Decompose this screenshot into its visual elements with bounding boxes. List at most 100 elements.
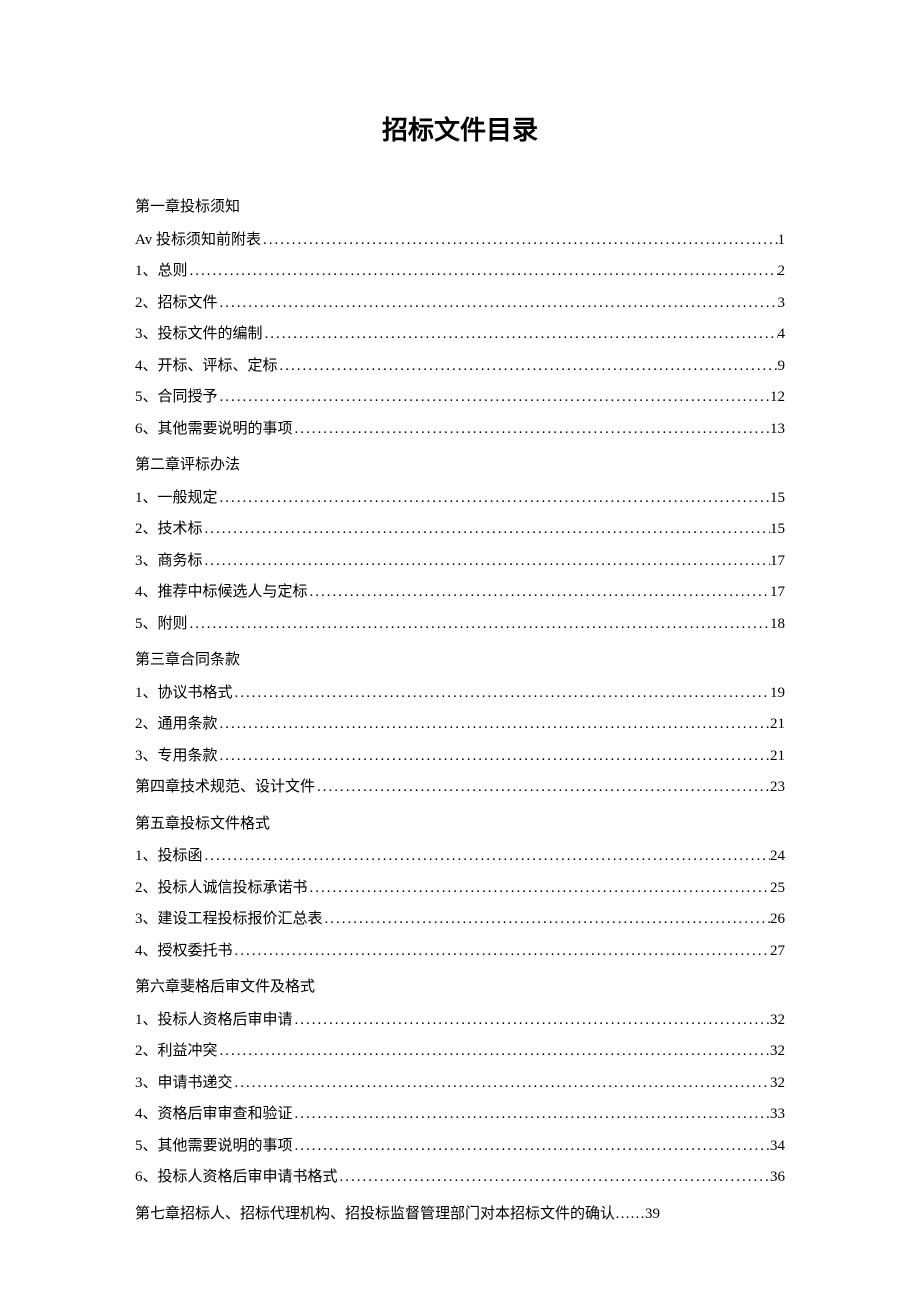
toc-entry-page: 2 [778, 264, 786, 279]
toc-leader-dots [308, 881, 770, 896]
toc-leader-dots [323, 912, 770, 927]
toc-entry: 2、通用条款 21 [135, 717, 785, 732]
toc-entry-label: 2、通用条款 [135, 717, 218, 732]
toc-entry-page: 12 [770, 390, 785, 405]
toc-entry: 5、合同授予 12 [135, 390, 785, 405]
toc-entry-label: Av 投标须知前附表 [135, 233, 261, 248]
toc-leader-dots [293, 422, 770, 437]
toc-leader-dots [203, 554, 770, 569]
toc-heading: 第二章评标办法 [135, 453, 785, 474]
toc-entry-page: 32 [770, 1044, 785, 1059]
toc-entry-label: 4、推荐中标候选人与定标 [135, 585, 308, 600]
toc-entry: 2、招标文件 3 [135, 296, 785, 311]
toc-entry-label: 1、协议书格式 [135, 686, 233, 701]
toc-entry-page: 9 [778, 359, 786, 374]
toc-entry-label: 5、其他需要说明的事项 [135, 1139, 293, 1154]
toc-leader-dots [218, 717, 770, 732]
toc-entry-page: 3 [778, 296, 786, 311]
toc-entry-page: 21 [770, 749, 785, 764]
toc-entry-page: 4 [778, 327, 786, 342]
toc-leader-dots [315, 780, 770, 795]
toc-leader-dots [338, 1170, 770, 1185]
toc-leader-dots [188, 617, 770, 632]
toc-entry-label: 3、专用条款 [135, 749, 218, 764]
toc-heading: 第七章招标人、招标代理机构、招投标监督管理部门对本招标文件的确认……39 [135, 1202, 785, 1223]
toc-entry-label: 4、资格后审审查和验证 [135, 1107, 293, 1122]
toc-entry-label: 3、投标文件的编制 [135, 327, 263, 342]
toc-entry: 1、总则2 [135, 264, 785, 279]
toc-heading: 第一章投标须知 [135, 195, 785, 216]
toc-entry: 1、投标函 24 [135, 849, 785, 864]
toc-leader-dots [278, 359, 778, 374]
toc-leader-dots [203, 849, 770, 864]
toc-entry: 第四章技术规范、设计文件 23 [135, 780, 785, 795]
toc-entry-page: 21 [770, 717, 785, 732]
toc-leader-dots [261, 233, 778, 248]
toc-entry-page: 25 [770, 881, 785, 896]
toc-entry-page: 26 [770, 912, 785, 927]
toc-entry: 6、其他需要说明的事项 13 [135, 422, 785, 437]
toc-entry: 2、利益冲突 32 [135, 1044, 785, 1059]
document-title: 招标文件目录 [135, 110, 785, 147]
toc-entry-page: 33 [770, 1107, 785, 1122]
toc-entry-label: 3、建设工程投标报价汇总表 [135, 912, 323, 927]
toc-entry: 4、资格后审审查和验证 33 [135, 1107, 785, 1122]
toc-entry-label: 1、一般规定 [135, 491, 218, 506]
toc-entry-label: 第四章技术规范、设计文件 [135, 780, 315, 795]
toc-entry-page: 13 [770, 422, 785, 437]
toc-leader-dots [293, 1107, 770, 1122]
toc-entry: Av 投标须知前附表1 [135, 233, 785, 248]
toc-entry: 4、推荐中标候选人与定标 17 [135, 585, 785, 600]
toc-entry-page: 17 [770, 585, 785, 600]
toc-entry: 3、申请书递交 32 [135, 1076, 785, 1091]
toc-entry-label: 2、利益冲突 [135, 1044, 218, 1059]
toc-entry-page: 27 [770, 944, 785, 959]
toc-leader-dots [293, 1139, 770, 1154]
toc-leader-dots [218, 749, 770, 764]
toc-entry-label: 1、投标人资格后审申请 [135, 1013, 293, 1028]
toc-entry-label: 6、投标人资格后审申请书格式 [135, 1170, 338, 1185]
toc-entry-page: 32 [770, 1013, 785, 1028]
toc-entry-page: 23 [770, 780, 785, 795]
toc-entry: 1、投标人资格后审申请 32 [135, 1013, 785, 1028]
toc-leader-dots [188, 264, 778, 279]
toc-entry-label: 5、合同授予 [135, 390, 218, 405]
toc-entry: 1、一般规定 15 [135, 491, 785, 506]
toc-heading: 第五章投标文件格式 [135, 812, 785, 833]
toc-leader-dots [233, 1076, 770, 1091]
toc-leader-dots [263, 327, 778, 342]
toc-entry-page: 15 [770, 522, 785, 537]
toc-entry-page: 17 [770, 554, 785, 569]
toc-entry: 5、其他需要说明的事项 34 [135, 1139, 785, 1154]
toc-entry-label: 3、申请书递交 [135, 1076, 233, 1091]
toc-entry-page: 24 [770, 849, 785, 864]
toc-entry: 3、商务标 17 [135, 554, 785, 569]
toc-heading: 第六章斐格后审文件及格式 [135, 975, 785, 996]
toc-leader-dots [233, 944, 770, 959]
toc-entry-label: 2、投标人诚信投标承诺书 [135, 881, 308, 896]
toc-entry-page: 15 [770, 491, 785, 506]
toc-entry-page: 34 [770, 1139, 785, 1154]
toc-leader-dots [233, 686, 770, 701]
toc-leader-dots [218, 296, 778, 311]
toc-entry-page: 18 [770, 617, 785, 632]
toc-entry: 1、协议书格式19 [135, 686, 785, 701]
toc-entry-label: 2、技术标 [135, 522, 203, 537]
toc-entry-label: 1、投标函 [135, 849, 203, 864]
toc-entry: 3、建设工程投标报价汇总表 26 [135, 912, 785, 927]
toc-leader-dots [218, 1044, 770, 1059]
toc-entry-label: 2、招标文件 [135, 296, 218, 311]
toc-entry: 4、授权委托书 27 [135, 944, 785, 959]
toc-entry-label: 6、其他需要说明的事项 [135, 422, 293, 437]
toc-entry: 6、投标人资格后审申请书格式36 [135, 1170, 785, 1185]
toc-heading: 第三章合同条款 [135, 648, 785, 669]
toc-entry-label: 4、开标、评标、定标 [135, 359, 278, 374]
toc-entry-label: 5、附则 [135, 617, 188, 632]
toc-leader-dots [218, 491, 770, 506]
toc-entry-page: 32 [770, 1076, 785, 1091]
toc-leader-dots [203, 522, 770, 537]
table-of-contents: 第一章投标须知 Av 投标须知前附表1 1、总则2 2、招标文件 3 3、投标文件的编制 4… [135, 195, 785, 1223]
toc-entry-label: 3、商务标 [135, 554, 203, 569]
toc-entry: 3、投标文件的编制 4 [135, 327, 785, 342]
toc-entry-label: 4、授权委托书 [135, 944, 233, 959]
